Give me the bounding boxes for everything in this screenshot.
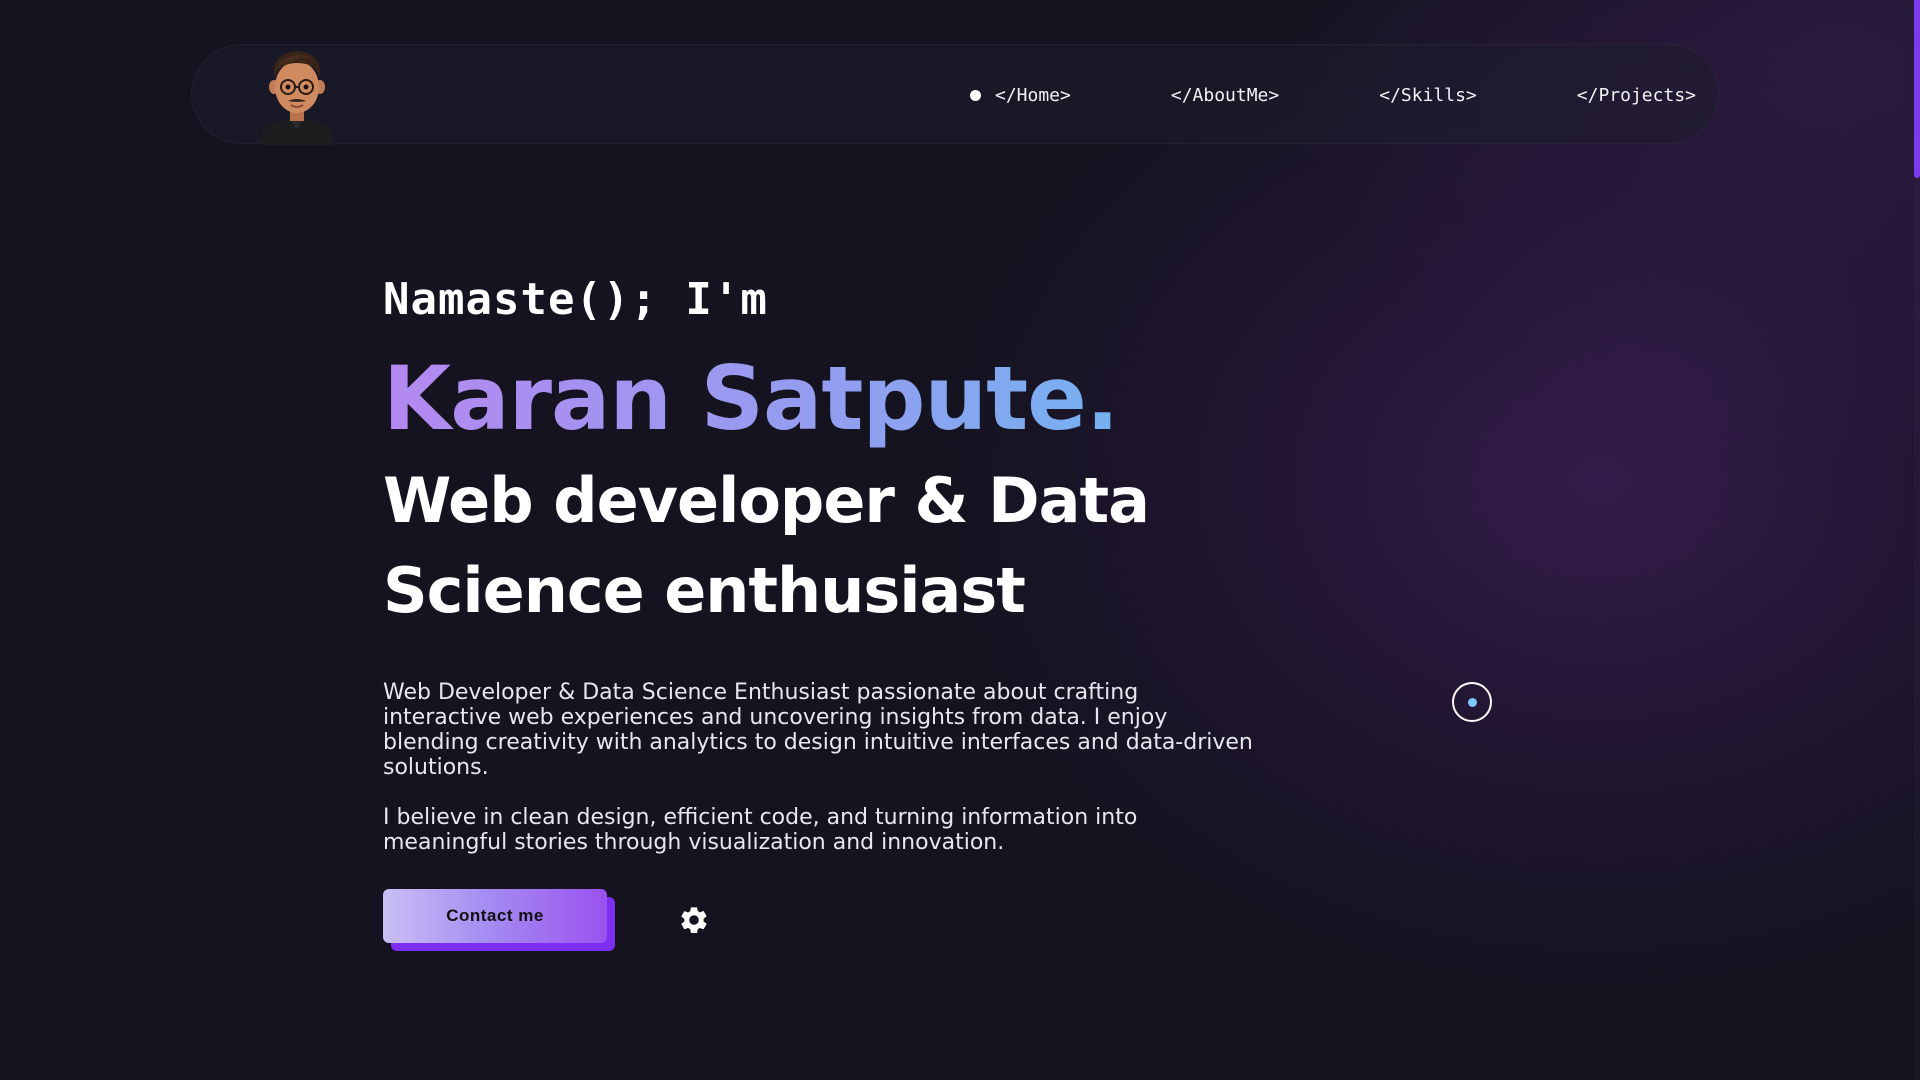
top-navbar: </Home> </AboutMe> </Skills> </Projects> [191,44,1719,145]
nav-item-label: </Skills> [1379,84,1477,106]
custom-cursor-dot [1468,698,1477,707]
settings-button[interactable] [677,903,711,937]
scrollbar-thumb[interactable] [1914,0,1920,178]
page-scrollbar[interactable] [1914,0,1920,1080]
nav-item-aboutme[interactable]: </AboutMe> [1171,85,1279,106]
hero-greeting: Namaste(); I'm [383,274,768,325]
contact-me-button[interactable]: Contact me [383,889,607,943]
nav-item-label: </AboutMe> [1170,84,1280,106]
hero-actions: Contact me [383,889,711,951]
nav-item-home[interactable]: </Home> [970,85,1071,106]
hero-bio: Web Developer & Data Science Enthusiast … [383,680,1253,855]
active-indicator-dot [970,89,981,101]
nav-links: </Home> </AboutMe> </Skills> </Projects> [970,45,1696,145]
contact-button-wrapper: Contact me [383,889,615,951]
avatar[interactable] [252,45,342,145]
hero-role: Web developer & Data Science enthusiast [383,464,1150,627]
hero-section: Namaste(); I'm Karan Satpute. Web develo… [383,270,1483,880]
nav-item-label: </Projects> [1576,84,1696,106]
nav-item-projects[interactable]: </Projects> [1577,85,1696,106]
hero-name: Karan Satpute. [383,344,1483,454]
custom-cursor-ring [1452,682,1492,722]
bio-paragraph: I believe in clean design, efficient cod… [383,805,1138,855]
gear-icon [681,907,707,934]
nav-item-skills[interactable]: </Skills> [1379,85,1477,106]
nav-item-label: </Home> [995,84,1071,106]
avatar-cartoon-icon [260,51,334,145]
bio-paragraph: Web Developer & Data Science Enthusiast … [383,680,1253,780]
